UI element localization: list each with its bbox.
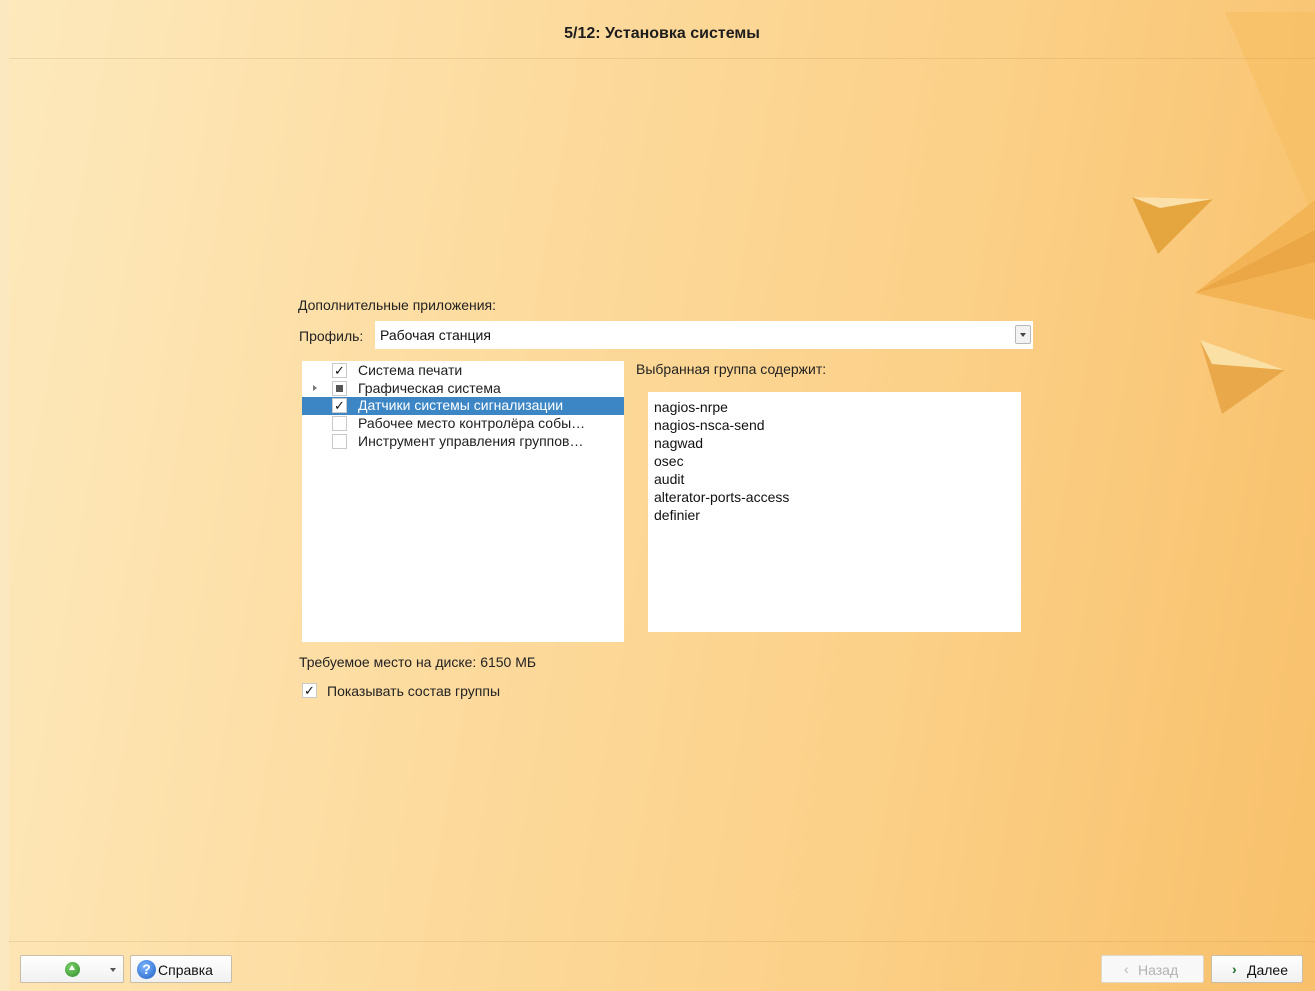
tree-item-checkbox[interactable]: ✓ — [332, 363, 347, 378]
tree-item-label: Датчики системы сигнализации — [358, 397, 564, 413]
footer-separator — [9, 941, 1315, 942]
section-heading: Дополнительные приложения: — [298, 297, 497, 313]
tree-item-printing[interactable]: ✓ Система печати — [302, 362, 624, 380]
chevron-left-icon: ‹ — [1124, 961, 1129, 977]
disk-space-text: Требуемое место на диске: 6150 МБ — [299, 654, 537, 670]
help-icon: ? — [137, 960, 156, 979]
back-button[interactable]: ‹ Назад — [1101, 955, 1204, 983]
list-item: nagios-nrpe — [654, 399, 728, 415]
tree-item-graphics[interactable]: Графическая система — [302, 380, 624, 398]
tree-item-alarm-sensors[interactable]: ✓ Датчики системы сигнализации — [302, 397, 624, 415]
next-button-label: Далее — [1247, 962, 1289, 978]
tree-item-event-controller[interactable]: Рабочее место контролёра собы… — [302, 415, 624, 433]
list-item: nagwad — [654, 435, 704, 451]
profile-label: Профиль: — [299, 328, 364, 344]
list-item: definier — [654, 507, 700, 523]
show-group-label[interactable]: Показывать состав группы — [327, 683, 500, 699]
show-group-checkbox[interactable]: ✓ — [302, 683, 317, 698]
chevron-right-icon: › — [1232, 961, 1237, 977]
tree-item-checkbox[interactable] — [332, 434, 347, 449]
help-button-label: Справка — [158, 962, 213, 978]
tree-item-label: Рабочее место контролёра собы… — [358, 415, 586, 431]
page-title: 5/12: Установка системы — [564, 25, 760, 42]
menu-button[interactable] — [20, 955, 124, 983]
tree-item-checkbox[interactable]: ✓ — [332, 398, 347, 413]
window-left-edge — [0, 0, 9, 991]
profile-select[interactable]: Рабочая станция — [375, 321, 1033, 349]
tree-item-label: Графическая система — [358, 380, 501, 396]
help-button[interactable]: ? Справка — [130, 955, 232, 983]
list-item: nagios-nsca-send — [654, 417, 765, 433]
up-arrow-icon — [65, 962, 80, 977]
list-item: audit — [654, 471, 685, 487]
tree-item-label: Инструмент управления группов… — [358, 433, 584, 449]
packages-list: nagios-nrpe nagios-nsca-send nagwad osec… — [648, 392, 1021, 632]
group-tree[interactable]: ✓ Система печати Графическая система ✓ Д… — [302, 361, 624, 642]
profile-select-value: Рабочая станция — [380, 327, 491, 343]
packages-heading: Выбранная группа содержит: — [636, 361, 827, 377]
installer-window: 5/12: Установка системы Дополнительные п… — [0, 0, 1315, 991]
tree-item-checkbox[interactable] — [332, 381, 347, 396]
next-button[interactable]: › Далее — [1211, 955, 1303, 983]
chevron-down-icon[interactable] — [110, 968, 116, 972]
tree-item-label: Система печати — [358, 362, 463, 378]
tree-item-group-management[interactable]: Инструмент управления группов… — [302, 433, 624, 451]
tree-item-checkbox[interactable] — [332, 416, 347, 431]
title-bar: 5/12: Установка системы — [9, 12, 1315, 59]
list-item: osec — [654, 453, 684, 469]
expand-arrow-icon[interactable] — [313, 385, 317, 391]
back-button-label: Назад — [1138, 962, 1179, 978]
list-item: alterator-ports-access — [654, 489, 790, 505]
chevron-down-icon[interactable] — [1015, 325, 1031, 344]
